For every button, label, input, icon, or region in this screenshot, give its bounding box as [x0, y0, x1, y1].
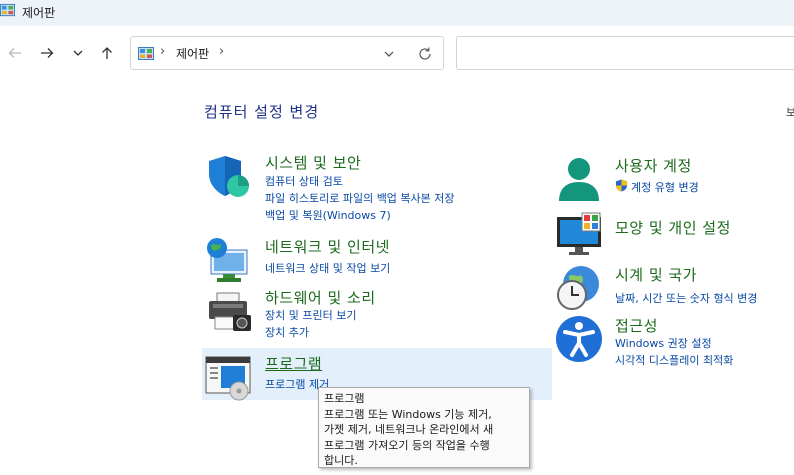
- navigation-bar: › 제어판 ›: [0, 26, 794, 84]
- search-input[interactable]: [456, 36, 794, 70]
- forward-button[interactable]: [37, 43, 57, 63]
- link-network-status[interactable]: 네트워크 상태 및 작업 보기: [265, 260, 390, 276]
- printer-icon[interactable]: [205, 287, 253, 335]
- shield-icon[interactable]: [205, 152, 253, 200]
- link-optimize-display[interactable]: 시각적 디스플레이 최적화: [615, 352, 733, 368]
- category-network-internet: 네트워크 및 인터넷 네트워크 상태 및 작업 보기: [205, 236, 535, 284]
- link-devices-printers[interactable]: 장치 및 프린터 보기: [265, 307, 356, 323]
- tooltip-line: 가젯 제거, 네트워크나 온라인에서 새: [324, 423, 494, 436]
- link-change-account-type[interactable]: 계정 유형 변경: [631, 179, 699, 195]
- category-title[interactable]: 네트워크 및 인터넷: [265, 236, 390, 257]
- back-arrow-icon: [8, 48, 21, 58]
- control-panel-icon: [0, 3, 15, 17]
- tooltip: 프로그램 프로그램 또는 Windows 기능 제거, 가젯 제거, 네트워크나…: [318, 387, 530, 468]
- tooltip-line: 프로그램 가져오기 등의 작업을 수행: [324, 438, 490, 452]
- category-title[interactable]: 시스템 및 보안: [265, 152, 361, 173]
- link-windows-recommended[interactable]: Windows 권장 설정: [615, 335, 712, 351]
- clock-globe-icon[interactable]: [555, 264, 603, 312]
- category-accessibility: 접근성 Windows 권장 설정 시각적 디스플레이 최적화: [555, 315, 794, 367]
- up-arrow-icon: [102, 47, 112, 59]
- programs-icon[interactable]: [205, 353, 253, 401]
- tooltip-line: 프로그램: [324, 392, 365, 405]
- forward-arrow-icon: [41, 48, 54, 58]
- tooltip-line: 프로그램 또는 Windows 기능 제거,: [324, 407, 492, 421]
- category-clock-region: 시계 및 국가 날짜, 시간 또는 숫자 형식 변경: [555, 264, 794, 312]
- link-add-device[interactable]: 장치 추가: [265, 324, 309, 340]
- category-appearance: 모양 및 개인 설정: [555, 211, 794, 259]
- link-date-time-format[interactable]: 날짜, 시간 또는 숫자 형식 변경: [615, 290, 757, 306]
- monitor-icon[interactable]: [555, 211, 603, 259]
- category-title[interactable]: 하드웨어 및 소리: [265, 287, 376, 308]
- tooltip-line: 합니다.: [324, 454, 358, 467]
- link-file-history[interactable]: 파일 히스토리로 파일의 백업 복사본 저장: [265, 190, 455, 206]
- back-button[interactable]: [5, 43, 25, 63]
- network-globe-icon[interactable]: [205, 236, 253, 284]
- category-title[interactable]: 모양 및 개인 설정: [615, 217, 731, 238]
- breadcrumb-control-panel[interactable]: 제어판: [176, 45, 209, 62]
- chevron-down-icon: [73, 50, 83, 56]
- page-title: 컴퓨터 설정 변경: [204, 103, 320, 121]
- link-review-status[interactable]: 컴퓨터 상태 검토: [265, 173, 343, 189]
- refresh-icon[interactable]: [416, 45, 434, 63]
- category-system-security: 시스템 및 보안 컴퓨터 상태 검토 파일 히스토리로 파일의 백업 복사본 저…: [205, 152, 535, 227]
- title-bar: 제어판: [0, 0, 794, 26]
- control-panel-icon: [138, 47, 154, 60]
- category-title[interactable]: 접근성: [615, 315, 658, 336]
- breadcrumb-separator[interactable]: ›: [160, 44, 165, 59]
- category-user-accounts: 사용자 계정 계정 유형 변경: [555, 155, 794, 203]
- category-title[interactable]: 사용자 계정: [615, 155, 692, 176]
- link-backup-restore[interactable]: 백업 및 복원(Windows 7): [265, 207, 391, 223]
- category-title[interactable]: 프로그램: [265, 353, 322, 374]
- uac-shield-icon: [615, 179, 628, 192]
- window-title: 제어판: [22, 6, 56, 20]
- view-by-label[interactable]: 보: [786, 104, 794, 120]
- chevron-down-icon[interactable]: [381, 46, 397, 62]
- accessibility-icon[interactable]: [555, 315, 603, 363]
- user-icon[interactable]: [555, 155, 603, 203]
- up-button[interactable]: [97, 43, 117, 63]
- recent-locations-button[interactable]: [68, 43, 88, 63]
- category-title[interactable]: 시계 및 국가: [615, 264, 697, 285]
- address-bar[interactable]: › 제어판 ›: [130, 36, 444, 70]
- category-hardware-sound: 하드웨어 및 소리 장치 및 프린터 보기 장치 추가: [205, 287, 535, 342]
- breadcrumb-separator[interactable]: ›: [219, 44, 224, 59]
